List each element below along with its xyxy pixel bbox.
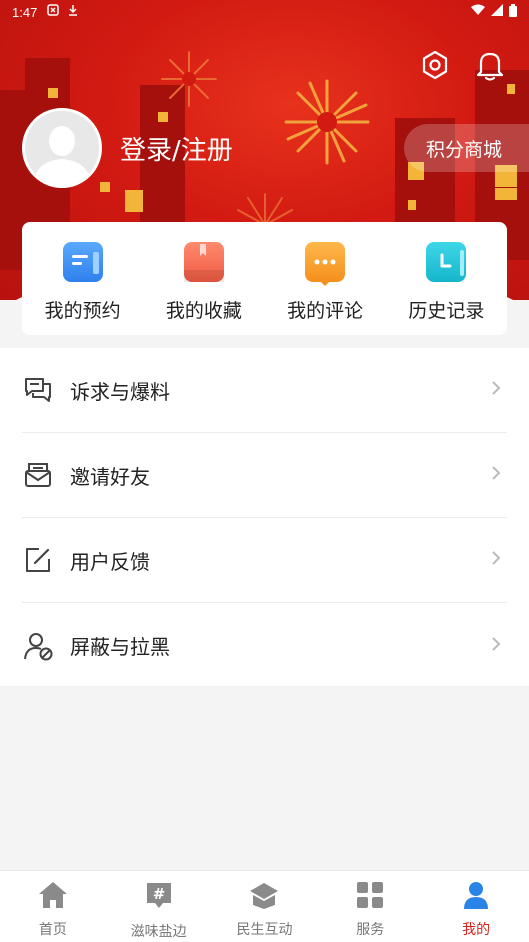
menu-item-label: 邀请好友 xyxy=(70,464,150,489)
firework-decoration xyxy=(161,51,217,107)
download-icon xyxy=(67,4,79,20)
quick-action-label: 我的评论 xyxy=(287,300,364,322)
points-mall-button[interactable]: 积分商城 xyxy=(404,124,529,172)
quick-action-appointments[interactable]: 我的预约 xyxy=(22,222,143,335)
tab-label: 首页 xyxy=(38,922,67,938)
notification-icon xyxy=(47,4,60,20)
tab-home[interactable]: 首页 xyxy=(0,871,106,942)
chevron-right-icon xyxy=(491,636,501,656)
comment-icon xyxy=(305,242,346,286)
wifi-icon xyxy=(471,4,485,20)
settings-icon[interactable] xyxy=(418,48,452,82)
mail-icon xyxy=(22,459,54,491)
status-time: 1:47 xyxy=(12,4,38,20)
menu-item-feedback[interactable]: 用户反馈 xyxy=(22,518,507,603)
quick-action-label: 历史记录 xyxy=(408,300,485,322)
login-register-link[interactable]: 登录/注册 xyxy=(120,130,233,167)
tab-label: 我的 xyxy=(462,922,491,938)
bell-icon[interactable] xyxy=(473,48,507,82)
chevron-right-icon xyxy=(491,465,501,485)
home-icon xyxy=(38,881,68,913)
tab-flavor-yanbian[interactable]: # 滋味盐边 xyxy=(106,871,212,942)
tab-label: 服务 xyxy=(356,922,385,938)
bottom-tab-bar: 首页 # 滋味盐边 民生互动 服务 我的 xyxy=(0,870,529,942)
chat-icon xyxy=(22,374,54,406)
avatar[interactable] xyxy=(22,108,102,188)
menu-item-invite[interactable]: 邀请好友 xyxy=(22,433,507,518)
menu-item-label: 屏蔽与拉黑 xyxy=(70,635,170,659)
firework-decoration xyxy=(284,79,370,165)
appointment-icon xyxy=(62,242,103,282)
chevron-right-icon xyxy=(491,550,501,570)
quick-action-label: 我的收藏 xyxy=(165,300,242,322)
edit-icon xyxy=(22,544,54,576)
tab-services[interactable]: 服务 xyxy=(317,871,423,942)
battery-icon xyxy=(509,3,517,21)
block-user-icon xyxy=(22,630,54,662)
quick-action-label: 我的预约 xyxy=(44,300,121,322)
menu-item-appeals[interactable]: 诉求与爆料 xyxy=(22,348,507,433)
menu-list: 诉求与爆料 邀请好友 用户反馈 屏蔽与拉黑 xyxy=(0,348,529,686)
menu-item-label: 诉求与爆料 xyxy=(70,379,170,404)
signal-icon xyxy=(491,4,503,20)
tab-label: 民生互动 xyxy=(236,922,293,938)
quick-action-history[interactable]: 历史记录 xyxy=(386,222,507,335)
hashtag-icon: # xyxy=(145,881,173,915)
favorite-icon xyxy=(183,242,224,282)
menu-item-block[interactable]: 屏蔽与拉黑 xyxy=(22,603,507,688)
tab-livelihood[interactable]: 民生互动 xyxy=(212,871,318,942)
quick-action-comments[interactable]: 我的评论 xyxy=(265,222,386,335)
grid-icon xyxy=(356,881,384,913)
quick-actions-card: 我的预约 我的收藏 我的评论 历史记录 xyxy=(22,222,507,335)
history-icon xyxy=(426,242,467,282)
tab-label: 滋味盐边 xyxy=(130,924,187,940)
menu-item-label: 用户反馈 xyxy=(70,549,150,574)
interaction-icon xyxy=(249,881,279,913)
tab-mine[interactable]: 我的 xyxy=(423,871,529,942)
quick-action-favorites[interactable]: 我的收藏 xyxy=(143,222,264,335)
svg-text:#: # xyxy=(152,885,165,903)
chevron-right-icon xyxy=(491,380,501,400)
user-icon xyxy=(462,881,490,913)
status-bar: 1:47 xyxy=(0,0,529,24)
